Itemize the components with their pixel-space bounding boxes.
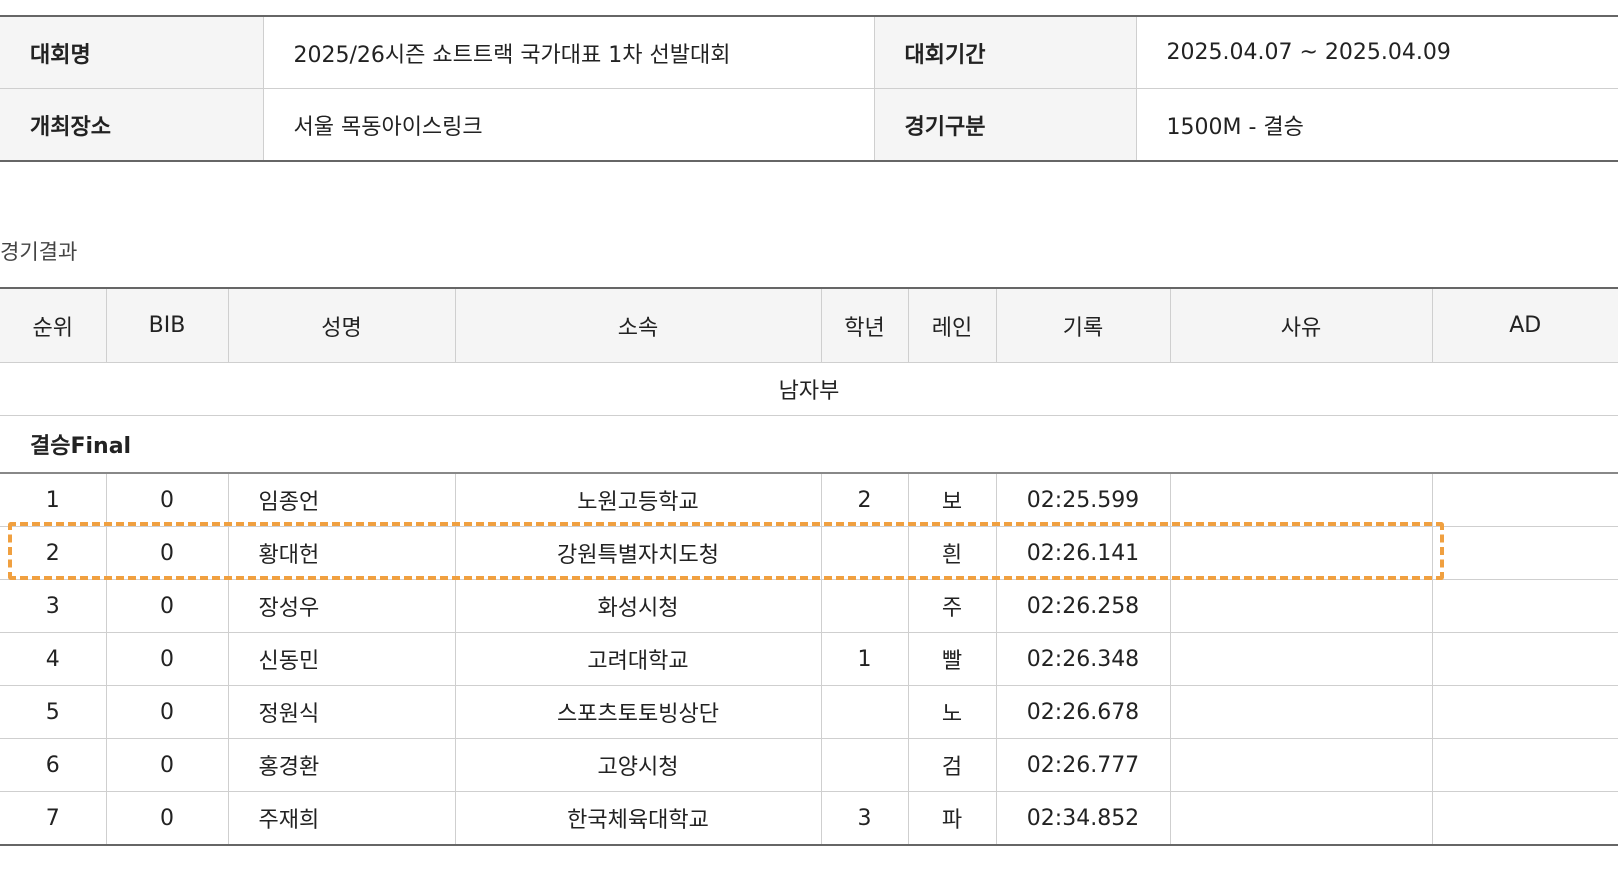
col-bib-header: BIB [105,288,228,363]
competition-period-label: 대회기간 [873,16,1136,89]
col-rank-header: 순위 [0,288,106,363]
name-cell: 정원식 [227,685,455,739]
name-cell: 신동민 [227,632,455,686]
reason-cell [1169,685,1432,739]
rank-cell: 3 [0,579,106,633]
results-section-title: 경기결과 [0,240,78,264]
competition-name-value: 2025/26시즌 쇼트트랙 국가대표 1차 선발대회 [262,16,874,89]
col-lane-header: 레인 [907,288,996,363]
bib-cell: 0 [105,791,228,845]
ad-cell [1431,473,1618,527]
ad-cell [1431,738,1618,792]
col-ad-header: AD [1431,288,1618,363]
ad-cell [1431,791,1618,845]
col-name-header: 성명 [227,288,455,363]
affiliation-cell: 노원고등학교 [454,473,821,527]
name-cell: 황대헌 [227,526,455,580]
affiliation-cell: 화성시청 [454,579,821,633]
competition-name-label: 대회명 [0,16,263,89]
affiliation-cell: 스포츠토토빙상단 [454,685,821,739]
record-cell: 02:26.258 [995,579,1170,633]
round-row: 결승Final [0,415,1618,474]
info-row: 개최장소 서울 목동아이스링크 경기구분 1500M - 결승 [0,88,1618,161]
round-label: 결승Final [0,415,1618,474]
col-record-header: 기록 [995,288,1170,363]
lane-cell: 보 [907,473,996,527]
reason-cell [1169,526,1432,580]
rank-cell: 6 [0,738,106,792]
record-cell: 02:34.852 [995,791,1170,845]
competition-info-table: 대회명 2025/26시즌 쇼트트랙 국가대표 1차 선발대회 대회기간 202… [0,15,1618,162]
page: 대회명 2025/26시즌 쇼트트랙 국가대표 1차 선발대회 대회기간 202… [0,0,1618,874]
event-type-value: 1500M - 결승 [1135,88,1618,161]
grade-cell [820,685,908,739]
name-cell: 장성우 [227,579,455,633]
bib-cell: 0 [105,526,228,580]
ad-cell [1431,685,1618,739]
reason-cell [1169,791,1432,845]
group-row: 남자부 [0,362,1618,416]
bib-cell: 0 [105,473,228,527]
record-cell: 02:26.141 [995,526,1170,580]
table-row: 3 0 장성우 화성시청 주 02:26.258 [0,579,1618,633]
record-cell: 02:25.599 [995,473,1170,527]
grade-cell: 1 [820,632,908,686]
reason-cell [1169,632,1432,686]
affiliation-cell: 강원특별자치도청 [454,526,821,580]
ad-cell [1431,579,1618,633]
lane-cell: 파 [907,791,996,845]
col-grade-header: 학년 [820,288,908,363]
record-cell: 02:26.678 [995,685,1170,739]
grade-cell: 2 [820,473,908,527]
rank-cell: 1 [0,473,106,527]
rank-cell: 4 [0,632,106,686]
record-cell: 02:26.777 [995,738,1170,792]
bib-cell: 0 [105,632,228,686]
ad-cell [1431,526,1618,580]
affiliation-cell: 고양시청 [454,738,821,792]
name-cell: 주재희 [227,791,455,845]
competition-period-value: 2025.04.07 ~ 2025.04.09 [1135,16,1618,89]
bib-cell: 0 [105,738,228,792]
rank-cell: 2 [0,526,106,580]
name-cell: 임종언 [227,473,455,527]
col-reason-header: 사유 [1169,288,1432,363]
lane-cell: 흰 [907,526,996,580]
record-cell: 02:26.348 [995,632,1170,686]
table-row: 4 0 신동민 고려대학교 1 빨 02:26.348 [0,632,1618,686]
event-type-label: 경기구분 [873,88,1136,161]
lane-cell: 주 [907,579,996,633]
name-cell: 홍경환 [227,738,455,792]
reason-cell [1169,579,1432,633]
table-row: 6 0 홍경환 고양시청 검 02:26.777 [0,738,1618,792]
reason-cell [1169,738,1432,792]
affiliation-cell: 고려대학교 [454,632,821,686]
results-header-row: 순위 BIB 성명 소속 학년 레인 기록 사유 AD [0,288,1618,363]
bib-cell: 0 [105,579,228,633]
affiliation-cell: 한국체육대학교 [454,791,821,845]
grade-cell [820,579,908,633]
bib-cell: 0 [105,685,228,739]
table-row: 1 0 임종언 노원고등학교 2 보 02:25.599 [0,473,1618,527]
grade-cell [820,526,908,580]
lane-cell: 노 [907,685,996,739]
rank-cell: 7 [45,805,60,831]
rank-cell: 5 [0,685,106,739]
group-label: 남자부 [0,362,1618,416]
col-affiliation-header: 소속 [454,288,821,363]
info-row: 대회명 2025/26시즌 쇼트트랙 국가대표 1차 선발대회 대회기간 202… [0,16,1618,89]
lane-cell: 빨 [907,632,996,686]
grade-cell [820,738,908,792]
table-row: 2 0 황대헌 강원특별자치도청 흰 02:26.141 [0,526,1618,580]
ad-cell [1431,632,1618,686]
results-table: 순위 BIB 성명 소속 학년 레인 기록 사유 AD 남자부 결승Final … [0,287,1618,846]
venue-value: 서울 목동아이스링크 [262,88,874,161]
table-row: 7 0 주재희 한국체육대학교 3 파 02:34.852 [0,791,1618,845]
table-row: 5 0 정원식 스포츠토토빙상단 노 02:26.678 [0,685,1618,739]
grade-cell: 3 [820,791,908,845]
lane-cell: 검 [907,738,996,792]
venue-label: 개최장소 [0,88,263,161]
reason-cell [1169,473,1432,527]
